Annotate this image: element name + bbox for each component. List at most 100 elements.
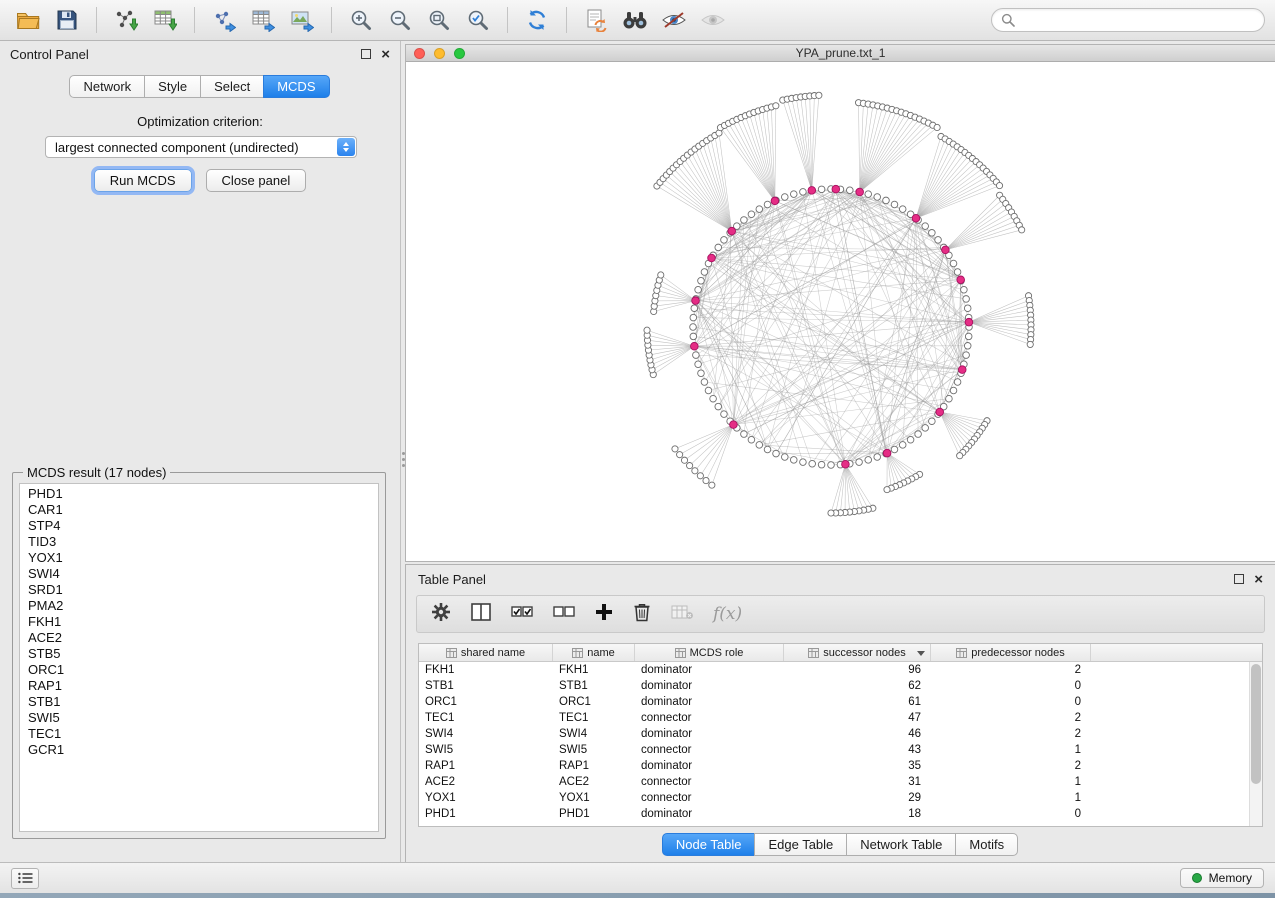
save-session-button[interactable] — [49, 4, 85, 36]
table-row[interactable]: RAP1RAP1dominator352 — [419, 758, 1249, 774]
select-all-button[interactable] — [511, 603, 533, 626]
table-cell: dominator — [635, 728, 784, 740]
mcds-result-item[interactable]: PMA2 — [20, 598, 378, 614]
show-columns-button[interactable] — [471, 603, 491, 626]
status-menu-button[interactable] — [11, 868, 39, 889]
tab-style[interactable]: Style — [144, 75, 201, 98]
table-row[interactable]: SWI5SWI5connector431 — [419, 742, 1249, 758]
table-row[interactable]: SWI4SWI4dominator462 — [419, 726, 1249, 742]
zoom-fit-button[interactable] — [421, 4, 457, 36]
sort-caret-icon[interactable] — [917, 651, 925, 656]
column-header-MCDS-role[interactable]: MCDS role — [635, 644, 784, 661]
column-header-shared-name[interactable]: shared name — [419, 644, 553, 661]
add-row-button[interactable] — [595, 603, 613, 626]
table-row[interactable]: TEC1TEC1connector472 — [419, 710, 1249, 726]
table-cell: SWI4 — [553, 728, 635, 740]
mcds-result-item[interactable]: FKH1 — [20, 614, 378, 630]
tab-network-table[interactable]: Network Table — [846, 833, 956, 856]
table-scrollbar[interactable] — [1249, 662, 1262, 826]
table-row[interactable]: PHD1PHD1dominator180 — [419, 806, 1249, 822]
tab-network[interactable]: Network — [69, 75, 145, 98]
mcds-result-item[interactable]: YOX1 — [20, 550, 378, 566]
zoom-in-button[interactable] — [343, 4, 379, 36]
toolbar-separator — [507, 7, 508, 33]
table-row[interactable]: YOX1YOX1connector291 — [419, 790, 1249, 806]
mcds-result-item[interactable]: SRD1 — [20, 582, 378, 598]
find-button[interactable] — [617, 4, 653, 36]
network-titlebar[interactable]: YPA_prune.txt_1 — [406, 45, 1275, 62]
scrollbar-thumb[interactable] — [1251, 664, 1261, 784]
mcds-result-item[interactable]: RAP1 — [20, 678, 378, 694]
export-table-button[interactable] — [245, 4, 281, 36]
mcds-result-item[interactable]: PHD1 — [20, 486, 378, 502]
mcds-result-item[interactable]: STB1 — [20, 694, 378, 710]
table-settings-button[interactable] — [431, 602, 451, 627]
memory-status-icon — [1192, 873, 1202, 883]
column-header-successor-nodes[interactable]: successor nodes — [784, 644, 931, 661]
clear-table-button[interactable] — [671, 604, 693, 625]
delete-row-button[interactable] — [633, 602, 651, 627]
search-box[interactable] — [991, 8, 1265, 32]
trash-icon — [633, 602, 651, 622]
tab-select[interactable]: Select — [200, 75, 264, 98]
mcds-result-item[interactable]: SWI4 — [20, 566, 378, 582]
table-cell: 47 — [784, 712, 931, 724]
table-row[interactable]: ACE2ACE2connector311 — [419, 774, 1249, 790]
apply-layout-button[interactable] — [519, 4, 555, 36]
tab-motifs[interactable]: Motifs — [955, 833, 1018, 856]
maximize-window-icon[interactable] — [454, 48, 465, 59]
close-panel-icon[interactable]: × — [381, 47, 390, 62]
sort-grid-icon — [446, 648, 457, 658]
zoom-selected-button[interactable] — [460, 4, 496, 36]
table-row[interactable]: ORC1ORC1dominator610 — [419, 694, 1249, 710]
node-table-body: FKH1FKH1dominator962STB1STB1dominator620… — [419, 662, 1249, 826]
table-row[interactable]: FKH1FKH1dominator962 — [419, 662, 1249, 678]
copy-network-button[interactable] — [578, 4, 614, 36]
deselect-all-button[interactable] — [553, 603, 575, 626]
mcds-result-item[interactable]: ORC1 — [20, 662, 378, 678]
mcds-result-item[interactable]: GCR1 — [20, 742, 378, 758]
table-cell: PHD1 — [553, 808, 635, 820]
import-table-button[interactable] — [147, 4, 183, 36]
mcds-result-item[interactable]: STB5 — [20, 646, 378, 662]
run-mcds-button[interactable]: Run MCDS — [94, 169, 192, 192]
export-table-icon — [251, 8, 275, 32]
import-network-button[interactable] — [108, 4, 144, 36]
table-row[interactable]: STB1STB1dominator620 — [419, 678, 1249, 694]
mcds-result-item[interactable]: STP4 — [20, 518, 378, 534]
table-cell: 31 — [784, 776, 931, 788]
mcds-result-item[interactable]: SWI5 — [20, 710, 378, 726]
table-cell: STB1 — [553, 680, 635, 692]
minimize-window-icon[interactable] — [434, 48, 445, 59]
refresh-icon — [525, 8, 549, 32]
graphics-details-button[interactable] — [656, 4, 692, 36]
mcds-result-item[interactable]: TID3 — [20, 534, 378, 550]
open-session-button[interactable] — [10, 4, 46, 36]
tab-mcds[interactable]: MCDS — [263, 75, 329, 98]
tab-node-table[interactable]: Node Table — [662, 833, 756, 856]
birdseye-view-button[interactable] — [695, 4, 731, 36]
column-header-predecessor-nodes[interactable]: predecessor nodes — [931, 644, 1091, 661]
table-cell: 61 — [784, 696, 931, 708]
mcds-result-list[interactable]: PHD1CAR1STP4TID3YOX1SWI4SRD1PMA2FKH1ACE2… — [19, 483, 379, 832]
zoom-out-button[interactable] — [382, 4, 418, 36]
function-builder-button[interactable]: f(x) — [713, 604, 742, 624]
tab-edge-table[interactable]: Edge Table — [754, 833, 847, 856]
mcds-result-item[interactable]: CAR1 — [20, 502, 378, 518]
column-header-name[interactable]: name — [553, 644, 635, 661]
export-network-button[interactable] — [206, 4, 242, 36]
optimization-criterion-select[interactable]: largest connected component (undirected) — [45, 136, 357, 158]
copy-network-icon — [585, 8, 607, 32]
float-panel-icon[interactable] — [1234, 574, 1244, 584]
network-canvas[interactable] — [406, 62, 1275, 561]
float-panel-icon[interactable] — [361, 49, 371, 59]
memory-button[interactable]: Memory — [1180, 868, 1264, 888]
mcds-result-item[interactable]: ACE2 — [20, 630, 378, 646]
close-panel-icon[interactable]: × — [1254, 572, 1263, 587]
mcds-result-item[interactable]: TEC1 — [20, 726, 378, 742]
search-input[interactable] — [1021, 13, 1255, 27]
columns-icon — [471, 603, 491, 621]
close-panel-button[interactable]: Close panel — [206, 169, 307, 192]
close-window-icon[interactable] — [414, 48, 425, 59]
export-image-button[interactable] — [284, 4, 320, 36]
